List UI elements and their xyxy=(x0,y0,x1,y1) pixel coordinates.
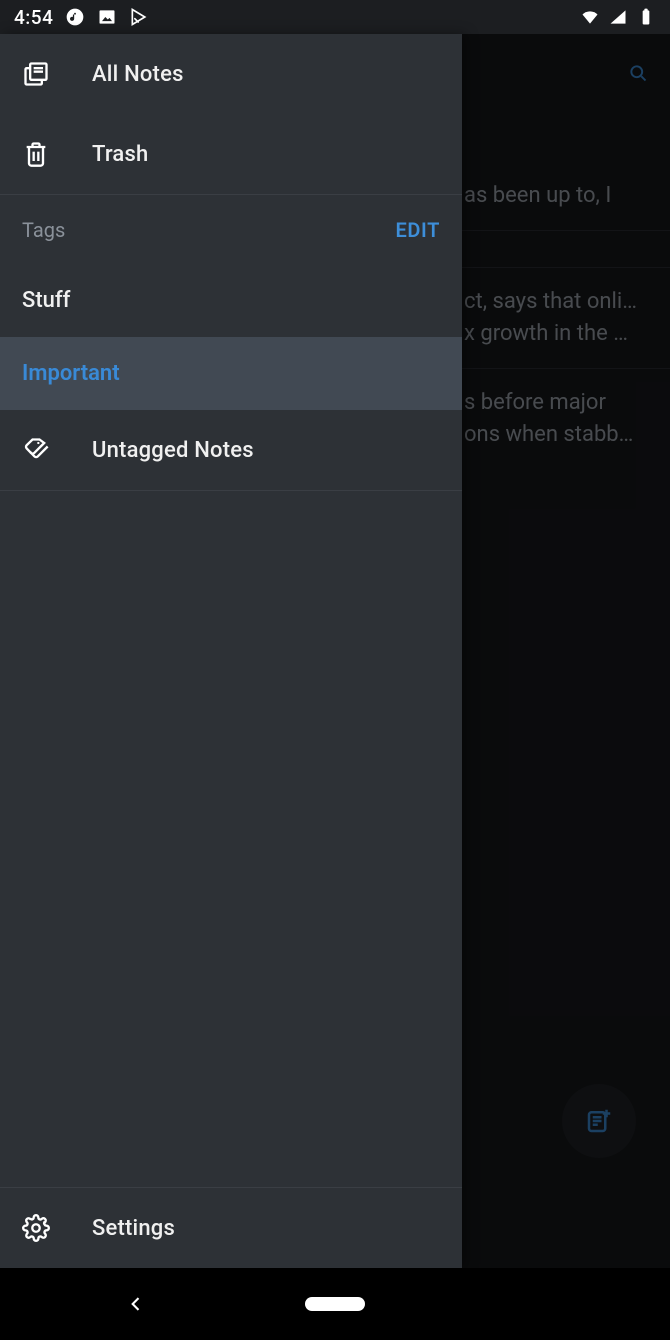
tag-label: Stuff xyxy=(22,288,70,313)
edit-tags-button[interactable]: EDIT xyxy=(396,218,440,242)
status-bar: 4:54 xyxy=(0,0,670,34)
tag-item-important[interactable]: Important xyxy=(0,337,462,410)
sidebar-item-label: Trash xyxy=(92,142,148,167)
status-bar-right xyxy=(580,7,656,27)
tags-header: Tags EDIT xyxy=(0,194,462,264)
drawer-scroll: All Notes Trash Tags EDIT Stuff Importan… xyxy=(0,34,462,1187)
drawer-footer: Settings xyxy=(0,1187,462,1268)
notes-icon xyxy=(22,60,50,88)
divider xyxy=(0,490,462,491)
play-store-icon xyxy=(129,7,149,27)
status-bar-left: 4:54 xyxy=(14,6,149,29)
battery-icon xyxy=(636,7,656,27)
tag-item-stuff[interactable]: Stuff xyxy=(0,264,462,337)
picture-icon xyxy=(97,7,117,27)
tag-label: Important xyxy=(22,361,120,386)
sidebar-item-untagged[interactable]: Untagged Notes xyxy=(0,410,462,490)
sidebar-item-label: Settings xyxy=(92,1216,175,1241)
sidebar-item-all-notes[interactable]: All Notes xyxy=(0,34,462,114)
sidebar-item-label: Untagged Notes xyxy=(92,438,254,463)
cell-signal-icon xyxy=(608,7,628,27)
navigation-drawer: All Notes Trash Tags EDIT Stuff Importan… xyxy=(0,34,462,1268)
screen: 4:54 xyxy=(0,0,670,1340)
tags-icon xyxy=(22,436,50,464)
back-button[interactable] xyxy=(126,1294,146,1314)
sidebar-item-settings[interactable]: Settings xyxy=(0,1188,462,1268)
sidebar-item-label: All Notes xyxy=(92,62,184,87)
sidebar-item-trash[interactable]: Trash xyxy=(0,114,462,194)
trash-icon xyxy=(22,140,50,168)
system-nav-bar xyxy=(0,1268,670,1340)
gear-icon xyxy=(22,1214,50,1242)
wifi-icon xyxy=(580,7,600,27)
tags-header-label: Tags xyxy=(22,218,65,242)
status-bar-time: 4:54 xyxy=(14,6,53,29)
music-icon xyxy=(65,7,85,27)
home-pill[interactable] xyxy=(305,1297,365,1311)
